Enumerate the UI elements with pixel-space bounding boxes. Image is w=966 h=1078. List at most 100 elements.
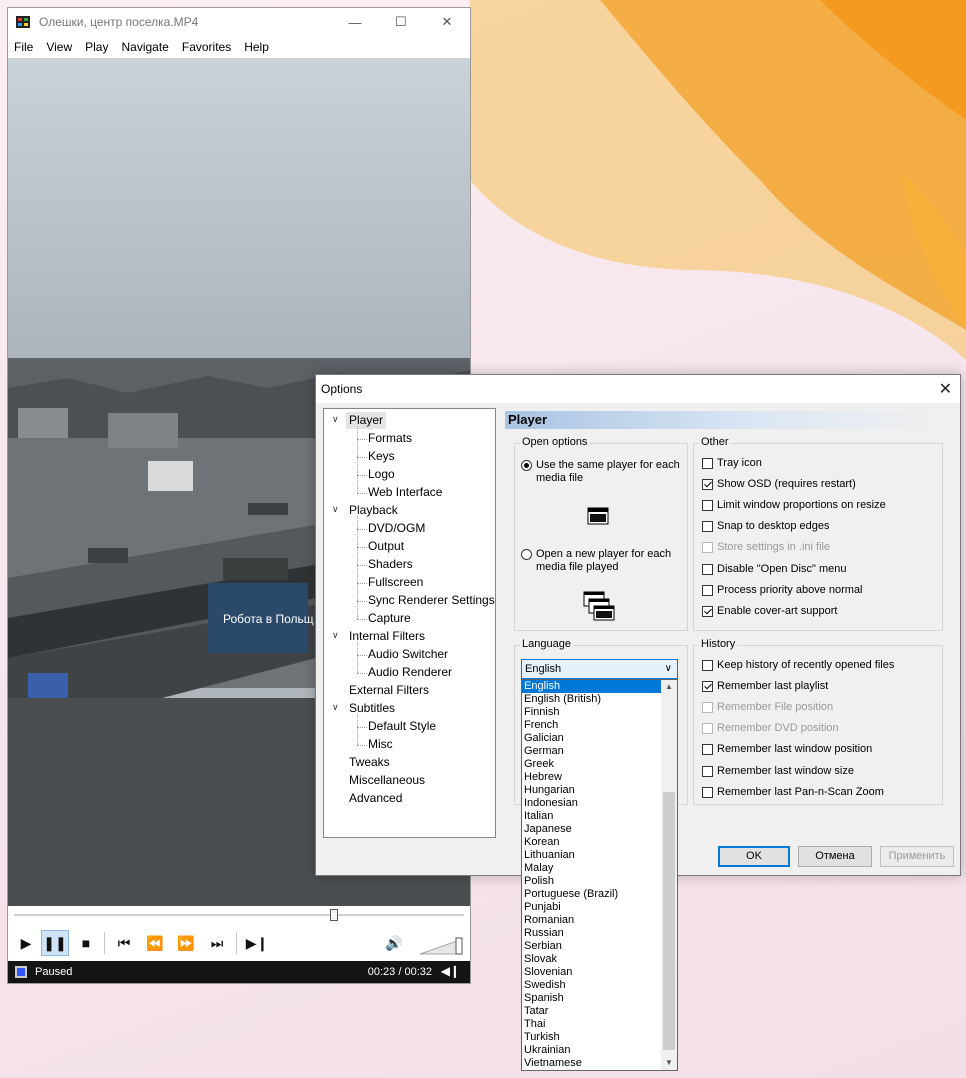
option-row[interactable]: Remember last window size — [702, 765, 854, 777]
language-select[interactable]: English ∨ — [521, 659, 678, 679]
option-row[interactable]: Remember last Pan-n-Scan Zoom — [702, 786, 884, 798]
checkbox[interactable] — [702, 744, 713, 756]
language-option[interactable]: Turkish — [522, 1031, 663, 1044]
tree-expand-icon[interactable]: ∨ — [332, 414, 339, 425]
minimize-button[interactable]: — — [332, 8, 378, 36]
volume-slider[interactable] — [418, 936, 464, 956]
seekbar[interactable] — [8, 906, 470, 926]
language-option[interactable]: Tatar — [522, 1005, 663, 1018]
menu-view[interactable]: View — [46, 40, 79, 54]
language-option[interactable]: Malay — [522, 862, 663, 875]
tree-item[interactable]: Advanced — [349, 790, 402, 807]
seek-thumb[interactable] — [329, 909, 338, 921]
tree-expand-icon[interactable]: ∨ — [332, 504, 339, 515]
menu-favorites[interactable]: Favorites — [182, 40, 238, 54]
option-row[interactable]: Show OSD (requires restart) — [702, 478, 856, 491]
option-row[interactable]: Tray icon — [702, 457, 762, 469]
checkbox[interactable] — [702, 660, 713, 671]
language-option[interactable]: Thai — [522, 1018, 663, 1031]
language-option[interactable]: Finnish — [522, 706, 663, 719]
language-option[interactable]: Lithuanian — [522, 849, 663, 862]
play-button[interactable]: ▶ — [12, 930, 40, 956]
tree-item[interactable]: Output — [368, 538, 404, 555]
tree-item[interactable]: Web Interface — [368, 484, 442, 501]
tree-item[interactable]: DVD/OGM — [368, 520, 425, 537]
option-row[interactable]: Remember last window position — [702, 743, 872, 756]
tree-item[interactable]: Capture — [368, 610, 411, 627]
checkbox[interactable] — [702, 563, 713, 575]
language-option[interactable]: Italian — [522, 810, 663, 823]
language-option[interactable]: French — [522, 719, 663, 732]
menu-help[interactable]: Help — [244, 40, 276, 54]
menu-navigate[interactable]: Navigate — [121, 40, 175, 54]
checkbox[interactable] — [702, 765, 713, 777]
language-option[interactable]: Portuguese (Brazil) — [522, 888, 663, 901]
language-option[interactable]: Punjabi — [522, 901, 663, 914]
option-row[interactable]: Snap to desktop edges — [702, 520, 830, 533]
checkbox[interactable] — [702, 500, 713, 512]
tree-item[interactable]: Default Style — [368, 718, 436, 735]
language-option[interactable]: Polish — [522, 875, 663, 888]
language-option[interactable]: Indonesian — [522, 797, 663, 810]
option-row[interactable]: Limit window proportions on resize — [702, 499, 886, 512]
tree-item[interactable]: Player — [346, 412, 387, 429]
checkbox[interactable] — [702, 521, 713, 533]
cancel-button[interactable]: Отмена — [798, 846, 872, 867]
language-option[interactable]: Hungarian — [522, 784, 663, 797]
dropdown-scrollbar[interactable]: ▲ ▼ — [661, 680, 677, 1070]
fast-forward-icon[interactable]: ⏩ — [172, 930, 200, 956]
apply-button[interactable]: Применить — [880, 846, 954, 867]
rewind-icon[interactable]: ⏪ — [141, 930, 169, 956]
next-icon[interactable]: ⏭ — [203, 930, 231, 956]
scroll-up-icon[interactable]: ▲ — [661, 680, 677, 694]
tree-item[interactable]: Audio Renderer — [368, 664, 452, 681]
language-option[interactable]: Ukrainian — [522, 1044, 663, 1057]
scroll-thumb[interactable] — [663, 792, 675, 1050]
tree-item[interactable]: Shaders — [368, 556, 413, 573]
option-row[interactable]: Keep history of recently opened files — [702, 659, 894, 671]
menu-play[interactable]: Play — [85, 40, 115, 54]
checkbox[interactable] — [702, 479, 713, 491]
pause-button[interactable]: ❚❚ — [41, 930, 69, 956]
language-option[interactable]: Serbian — [522, 940, 663, 953]
tree-expand-icon[interactable]: ∨ — [332, 702, 339, 713]
tree-item[interactable]: Miscellaneous — [349, 772, 425, 789]
new-player-option[interactable]: Open a new player for each media file pl… — [521, 548, 684, 574]
language-option[interactable]: Japanese — [522, 823, 663, 836]
language-option[interactable]: German — [522, 745, 663, 758]
tree-item[interactable]: Keys — [368, 448, 395, 465]
option-row[interactable]: Process priority above normal — [702, 584, 863, 596]
language-option[interactable]: English — [522, 680, 663, 693]
previous-icon[interactable]: ⏮ — [110, 930, 138, 956]
close-icon[interactable]: ✕ — [939, 379, 952, 399]
seek-track[interactable] — [14, 914, 464, 916]
chevron-down-icon[interactable]: ∨ — [665, 660, 672, 678]
language-option[interactable]: Korean — [522, 836, 663, 849]
tree-item[interactable]: Misc — [368, 736, 393, 753]
language-option[interactable]: Swedish — [522, 979, 663, 992]
new-player-radio[interactable] — [521, 549, 532, 560]
volume-icon[interactable]: 🔊 — [380, 930, 408, 956]
checkbox[interactable] — [702, 681, 713, 693]
close-button[interactable]: ✕ — [424, 8, 470, 36]
language-option[interactable]: Galician — [522, 732, 663, 745]
checkbox[interactable] — [702, 605, 713, 617]
tree-item[interactable]: Tweaks — [349, 754, 390, 771]
same-player-option[interactable]: Use the same player for each media file — [521, 459, 684, 485]
option-row[interactable]: Enable cover-art support — [702, 605, 837, 617]
menu-file[interactable]: File — [14, 40, 40, 54]
tree-item[interactable]: Fullscreen — [368, 574, 423, 591]
checkbox[interactable] — [702, 458, 713, 469]
scroll-down-icon[interactable]: ▼ — [661, 1056, 677, 1070]
tree-expand-icon[interactable]: ∨ — [332, 630, 339, 641]
language-option[interactable]: Slovak — [522, 953, 663, 966]
frame-step-icon[interactable]: ▶❙ — [243, 930, 271, 956]
same-player-radio[interactable] — [521, 460, 532, 471]
language-option[interactable]: Russian — [522, 927, 663, 940]
language-option[interactable]: Spanish — [522, 992, 663, 1005]
maximize-button[interactable]: ☐ — [378, 8, 424, 36]
tree-item[interactable]: Internal Filters — [349, 628, 425, 645]
language-option[interactable]: Greek — [522, 758, 663, 771]
tree-item[interactable]: Sync Renderer Settings — [368, 592, 495, 609]
language-option[interactable]: English (British) — [522, 693, 663, 706]
